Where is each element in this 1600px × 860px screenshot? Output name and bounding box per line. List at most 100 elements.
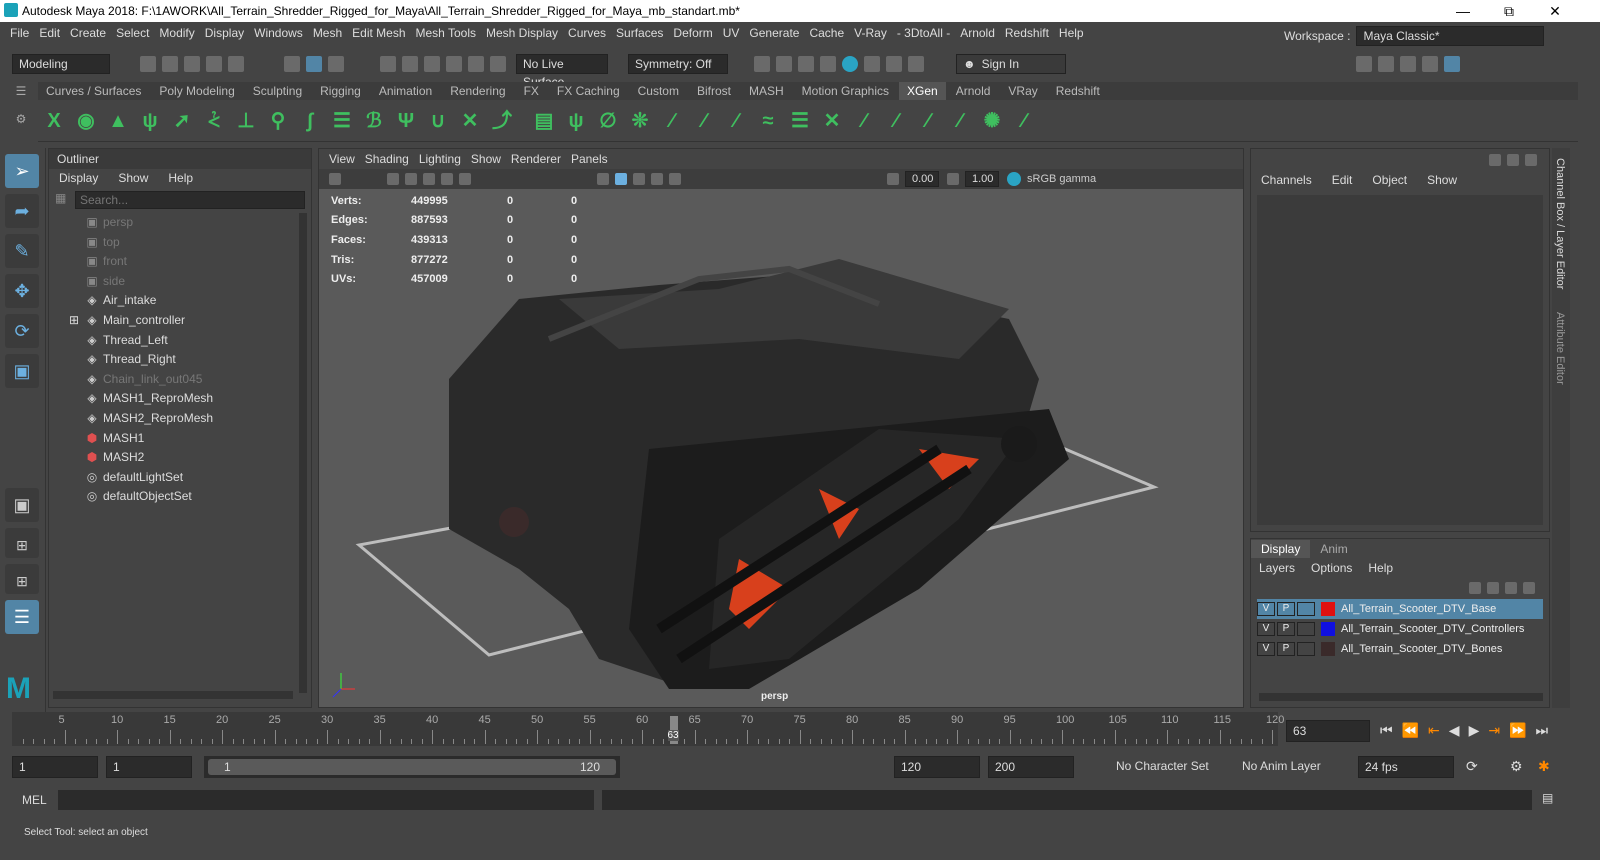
layer-playback-toggle[interactable]: P: [1277, 602, 1295, 616]
new-scene-icon[interactable]: [140, 56, 156, 72]
render-settings-icon[interactable]: [820, 56, 836, 72]
undo-icon[interactable]: [206, 56, 222, 72]
current-frame-field[interactable]: 63: [1286, 720, 1370, 742]
camera-attributes-icon[interactable]: [387, 173, 399, 185]
play-forward-icon[interactable]: ▶: [1469, 722, 1480, 739]
channel-key-icon[interactable]: [1507, 154, 1519, 166]
xgen-normalize-icon[interactable]: ∪: [427, 107, 449, 135]
layer-menu-layers[interactable]: Layers: [1259, 561, 1295, 575]
layer-row[interactable]: V P All_Terrain_Scooter_DTV_Controllers: [1257, 619, 1543, 639]
gamma-field[interactable]: 1.00: [965, 171, 999, 187]
outliner-item[interactable]: ◈ MASH1_ReproMesh: [49, 389, 311, 409]
groom-cut-icon[interactable]: ∕: [693, 107, 715, 135]
groom-width-icon[interactable]: ∕: [1013, 107, 1035, 135]
outliner-item[interactable]: ◎ defaultLightSet: [49, 468, 311, 488]
shelf-tab-vray[interactable]: VRay: [1000, 82, 1045, 100]
modeling-toolkit-icon[interactable]: [1356, 56, 1372, 72]
xgen-density-icon[interactable]: ☰: [331, 107, 353, 135]
layer-color-swatch[interactable]: [1321, 602, 1335, 616]
outliner-menu-help[interactable]: Help: [168, 171, 193, 185]
3d-viewport[interactable]: Verts: 449995 0 0 Edges: 887593 0 0 Faces: 439313…: [319, 189, 1243, 707]
channel-menu-show[interactable]: Show: [1427, 173, 1457, 187]
viewport-menu-shading[interactable]: Shading: [365, 152, 409, 166]
live-surface-field[interactable]: No Live Surface: [516, 54, 608, 89]
auto-key-icon[interactable]: ⚙: [1510, 758, 1523, 775]
viewport-menu-view[interactable]: View: [329, 152, 355, 166]
four-view-icon[interactable]: ⊞: [5, 528, 39, 558]
groom-add-icon[interactable]: ψ: [565, 107, 587, 135]
open-scene-icon[interactable]: [162, 56, 178, 72]
viewport-menu-lighting[interactable]: Lighting: [419, 152, 461, 166]
range-bar-handle[interactable]: [208, 759, 616, 775]
layer-hscrollbar[interactable]: [1259, 693, 1543, 701]
time-ruler[interactable]: 5 10 15 20 25 30 35 40 45 50 55 60 65 70 75 80 85 90 95 100…: [12, 712, 1284, 746]
shelf-tab-arnold[interactable]: Arnold: [948, 82, 999, 100]
menu-file[interactable]: File: [10, 26, 29, 40]
move-tool-icon[interactable]: ✥: [5, 274, 39, 308]
outliner-item[interactable]: ▣ persp: [49, 213, 311, 233]
rotate-tool-icon[interactable]: ⟳: [5, 314, 39, 348]
tab-anim[interactable]: Anim: [1310, 540, 1357, 558]
film-gate-icon[interactable]: [459, 173, 471, 185]
render-frame-icon[interactable]: [776, 56, 792, 72]
outliner-scrollbar[interactable]: [299, 213, 307, 693]
shelf-tab-curves-surfaces[interactable]: Curves / Surfaces: [38, 82, 149, 100]
outliner-item[interactable]: ◈ Thread_Left: [49, 331, 311, 351]
channel-expand-icon[interactable]: [1525, 154, 1537, 166]
layer-display-type-toggle[interactable]: [1297, 602, 1315, 616]
attribute-editor-tab[interactable]: Attribute Editor: [1554, 312, 1566, 385]
command-input[interactable]: [58, 790, 594, 810]
snap-grid-icon[interactable]: [380, 56, 396, 72]
groom-twist-icon[interactable]: ∕: [853, 107, 875, 135]
light-editor-icon[interactable]: [886, 56, 902, 72]
outliner-layout-icon[interactable]: ☰: [5, 600, 39, 634]
wireframe-icon[interactable]: [597, 173, 609, 185]
layer-visibility-toggle[interactable]: V: [1257, 642, 1275, 656]
menu-arnold[interactable]: Arnold: [960, 26, 995, 40]
channel-lock-icon[interactable]: [1489, 154, 1501, 166]
layer-menu-options[interactable]: Options: [1311, 561, 1352, 575]
layer-menu-help[interactable]: Help: [1368, 561, 1393, 575]
xgen-bend-guide-icon[interactable]: ℬ: [363, 107, 385, 135]
xgen-add-guide-icon[interactable]: ⩻: [203, 107, 225, 135]
menu-create[interactable]: Create: [70, 26, 106, 40]
menu-display[interactable]: Display: [205, 26, 244, 40]
save-scene-icon[interactable]: [184, 56, 200, 72]
sign-in-button[interactable]: ☻ Sign In: [956, 54, 1066, 74]
textured-icon[interactable]: [633, 173, 645, 185]
shelf-tab-xgen[interactable]: XGen: [899, 82, 946, 100]
shelf-options-icon[interactable]: ☰ ⚙: [8, 84, 34, 142]
playback-start-field[interactable]: 1: [106, 756, 192, 778]
shelf-tab-poly-modeling[interactable]: Poly Modeling: [151, 82, 242, 100]
xgen-editor-icon[interactable]: X: [43, 107, 65, 135]
render-setup-icon[interactable]: [864, 56, 880, 72]
shelf-tab-custom[interactable]: Custom: [630, 82, 687, 100]
menu-windows[interactable]: Windows: [254, 26, 303, 40]
minimize-icon[interactable]: —: [1440, 0, 1486, 22]
end-time-field[interactable]: 200: [988, 756, 1074, 778]
groom-part-icon[interactable]: ∕: [949, 107, 971, 135]
playback-end-field[interactable]: 120: [894, 756, 980, 778]
shelf-tab-motion-graphics[interactable]: Motion Graphics: [794, 82, 897, 100]
move-layer-down-icon[interactable]: [1487, 582, 1499, 594]
camera-select-icon[interactable]: [329, 173, 341, 185]
lasso-tool-icon[interactable]: ➦: [5, 194, 39, 228]
select-hierarchy-icon[interactable]: [284, 56, 300, 72]
xgen-move-guide-icon[interactable]: ➚: [171, 107, 193, 135]
xgen-grow-icon[interactable]: Ψ: [395, 107, 417, 135]
layer-playback-toggle[interactable]: P: [1277, 642, 1295, 656]
shelf-tab-fx[interactable]: FX: [516, 82, 547, 100]
groom-place-icon[interactable]: ∅: [597, 107, 619, 135]
outliner-menu-display[interactable]: Display: [59, 171, 98, 185]
layer-row[interactable]: V P All_Terrain_Scooter_DTV_Bones: [1257, 639, 1543, 659]
paint-select-tool-icon[interactable]: ✎: [5, 234, 39, 268]
fps-dropdown[interactable]: 24 fps: [1358, 756, 1454, 778]
go-to-start-icon[interactable]: ⏮: [1380, 722, 1393, 739]
outliner-menu-show[interactable]: Show: [118, 171, 148, 185]
groom-select-icon[interactable]: ✺: [981, 107, 1003, 135]
image-plane-icon[interactable]: [423, 173, 435, 185]
channel-menu-channels[interactable]: Channels: [1261, 173, 1312, 187]
pause-render-icon[interactable]: [908, 56, 924, 72]
shelf-tab-sculpting[interactable]: Sculpting: [245, 82, 310, 100]
step-forward-icon[interactable]: ⏩: [1509, 722, 1526, 739]
